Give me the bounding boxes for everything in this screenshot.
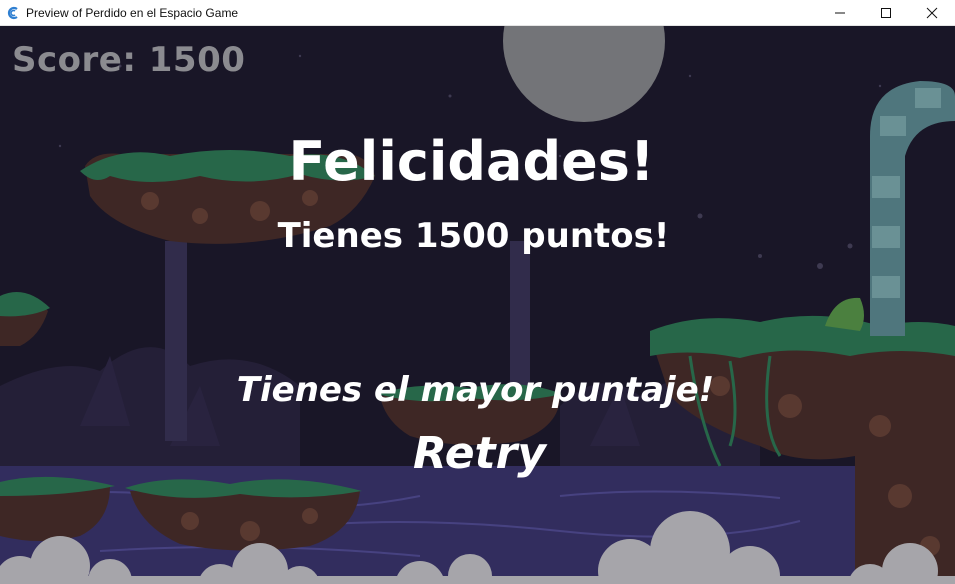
window-titlebar: Preview of Perdido en el Espacio Game <box>0 0 955 26</box>
minimize-button[interactable] <box>817 0 863 25</box>
retry-button[interactable]: Retry <box>2 428 955 479</box>
window-controls <box>817 0 955 25</box>
game-canvas[interactable]: Score: 1500 Felicidades! Tienes 1500 pun… <box>0 26 955 584</box>
window-title: Preview of Perdido en el Espacio Game <box>26 5 239 20</box>
close-button[interactable] <box>909 0 955 25</box>
minimize-icon <box>835 12 845 13</box>
score-label: Score: 1500 <box>12 40 246 80</box>
maximize-button[interactable] <box>863 0 909 25</box>
dim-overlay <box>0 26 955 584</box>
highscore-message: Tienes el mayor puntaje! <box>236 370 715 410</box>
close-icon <box>926 7 938 18</box>
points-message: Tienes 1500 puntos! <box>277 216 670 256</box>
congrats-title: Felicidades! <box>288 130 655 193</box>
app-icon <box>6 6 20 20</box>
maximize-icon <box>881 7 891 18</box>
